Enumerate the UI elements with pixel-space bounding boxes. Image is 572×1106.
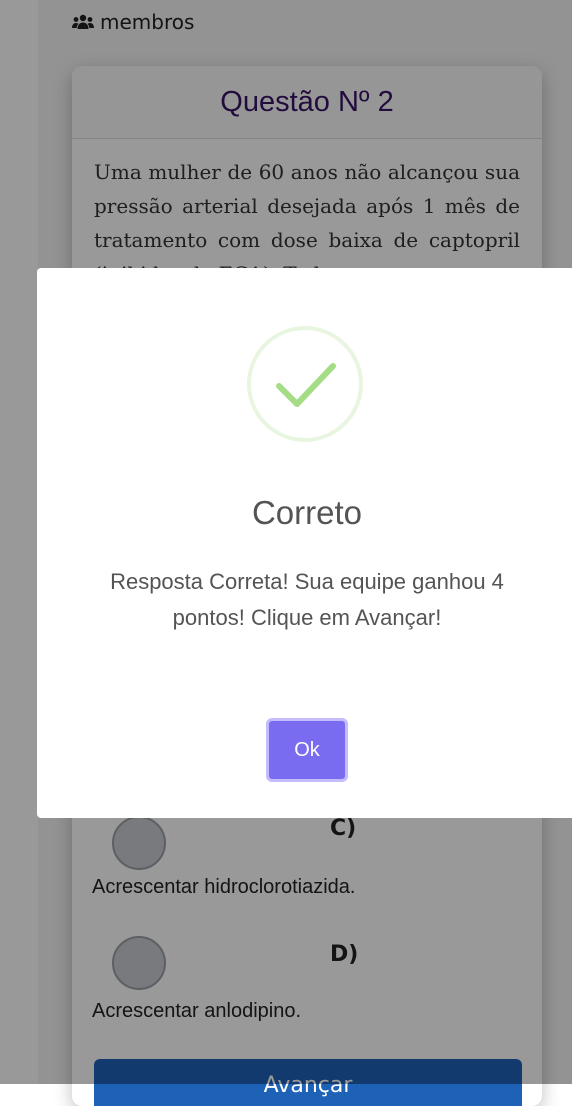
result-modal: Correto Resposta Correta! Sua equipe gan… xyxy=(37,268,572,818)
modal-message: Resposta Correta! Sua equipe ganhou 4 po… xyxy=(110,569,504,630)
modal-title: Correto xyxy=(251,494,363,531)
check-circle-icon xyxy=(247,326,363,442)
check-mark-icon xyxy=(276,363,336,407)
ok-button[interactable]: Ok xyxy=(266,718,348,782)
